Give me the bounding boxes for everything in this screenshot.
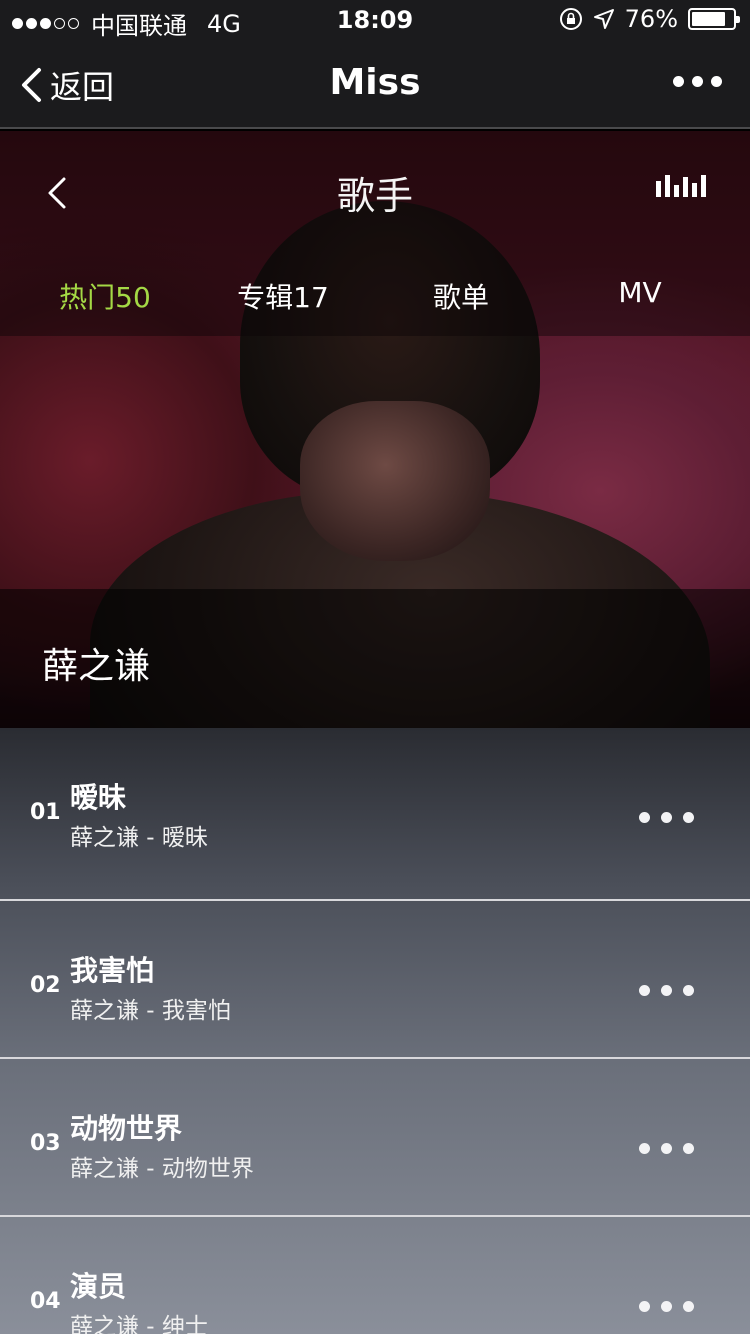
song-number: 01 — [30, 800, 61, 825]
song-list: 01 暧昧 薛之谦 - 暧昧 02 我害怕 薛之谦 - 我害怕 03 动物世界 … — [0, 728, 750, 1334]
song-subtitle: 薛之谦 - 绅士 — [70, 1314, 208, 1334]
battery-percent: 76% — [624, 5, 678, 33]
tab-playlists[interactable]: 歌单 — [371, 276, 551, 316]
song-title: 我害怕 — [70, 954, 155, 987]
song-subtitle: 薛之谦 - 暧昧 — [70, 825, 208, 851]
page-title: Miss — [329, 62, 421, 103]
song-more-button[interactable] — [639, 1301, 694, 1312]
location-icon — [593, 9, 614, 29]
song-more-button[interactable] — [639, 985, 694, 996]
tab-hot[interactable]: 热门50 — [15, 276, 195, 316]
list-item[interactable]: 03 动物世界 薛之谦 - 动物世界 — [0, 1059, 750, 1217]
artist-hero: 歌手 热门50 专辑17 歌单 MV 薛之谦 — [0, 131, 750, 728]
artist-name: 薛之谦 — [42, 646, 151, 687]
song-title: 演员 — [70, 1270, 127, 1303]
tab-albums[interactable]: 专辑17 — [193, 276, 373, 316]
equalizer-icon[interactable] — [656, 175, 706, 197]
hero-title: 歌手 — [336, 174, 413, 218]
rotation-lock-icon — [559, 8, 582, 30]
song-title: 动物世界 — [70, 1112, 183, 1145]
song-number: 03 — [30, 1131, 61, 1156]
artist-tabs: 热门50 专辑17 歌单 MV — [0, 276, 750, 326]
more-menu-button[interactable] — [673, 76, 722, 87]
navigation-bar: 返回 Miss — [0, 40, 750, 129]
list-item[interactable]: 02 我害怕 薛之谦 - 我害怕 — [0, 901, 750, 1059]
status-right: 76% — [559, 5, 740, 33]
song-more-button[interactable] — [639, 1143, 694, 1154]
song-more-button[interactable] — [639, 812, 694, 823]
song-subtitle: 薛之谦 - 我害怕 — [70, 998, 231, 1024]
list-item[interactable]: 04 演员 薛之谦 - 绅士 — [0, 1217, 750, 1334]
status-bar: 中国联通 4G 18:09 76% — [0, 0, 750, 40]
song-subtitle: 薛之谦 - 动物世界 — [70, 1156, 254, 1182]
song-number: 02 — [30, 973, 61, 998]
tab-mv[interactable]: MV — [550, 276, 730, 309]
battery-icon — [688, 8, 740, 30]
list-item[interactable]: 01 暧昧 薛之谦 - 暧昧 — [0, 728, 750, 901]
song-title: 暧昧 — [70, 781, 127, 814]
artist-photo-face — [300, 401, 490, 561]
song-number: 04 — [30, 1289, 61, 1314]
